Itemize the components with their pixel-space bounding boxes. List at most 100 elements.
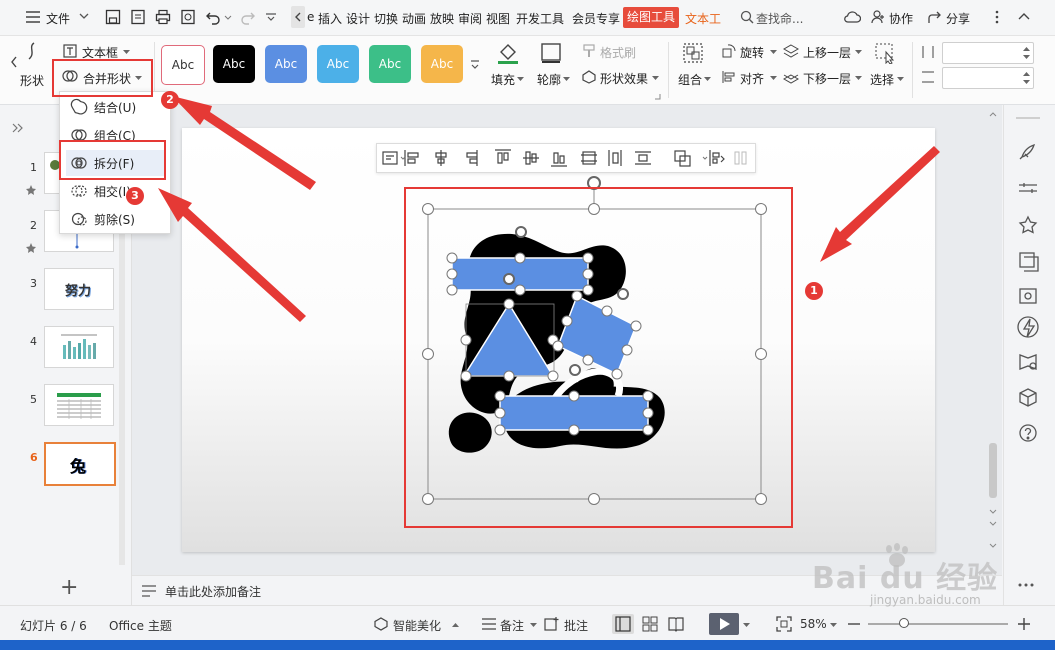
undo-dropdown-icon[interactable] (224, 15, 232, 20)
shape-button[interactable]: 形状 (20, 72, 44, 89)
menu-item-intersect[interactable]: 相交(I) (66, 178, 164, 204)
select-icon[interactable] (874, 42, 896, 64)
notes-dropdown-icon[interactable] (530, 623, 537, 628)
chevron-down-icon[interactable] (79, 13, 89, 20)
select-button[interactable]: 选择 (870, 71, 894, 88)
height-input[interactable] (942, 42, 1034, 64)
tab-member[interactable]: 会员专享 (572, 10, 620, 27)
rotate-icon[interactable] (722, 44, 736, 58)
share-button[interactable]: 分享 (946, 10, 970, 27)
tab-insert[interactable]: 插入 (318, 10, 342, 27)
customize-toolbar-icon[interactable] (266, 13, 276, 21)
notes-toggle-icon[interactable] (482, 618, 496, 630)
normal-view-icon[interactable] (612, 614, 634, 634)
more-icon[interactable] (995, 10, 999, 24)
fit-window-icon[interactable] (776, 616, 792, 632)
outline-dropdown-icon[interactable] (563, 77, 570, 82)
save-icon[interactable] (105, 9, 121, 25)
align-icon[interactable] (722, 70, 736, 84)
tab-view[interactable]: 视图 (486, 10, 510, 27)
notes-toggle-button[interactable]: 备注 (500, 617, 524, 634)
tab-developer[interactable]: 开发工具 (516, 10, 564, 27)
rotate-dropdown-icon[interactable] (770, 50, 777, 55)
bring-forward-dropdown-icon[interactable] (855, 50, 862, 55)
notes-bar[interactable]: 单击此处添加备注 (132, 575, 1002, 606)
redo-icon[interactable] (240, 9, 256, 25)
collaborate-icon[interactable] (871, 10, 885, 24)
export-pdf-icon[interactable] (130, 9, 146, 25)
sidebar-tool-icons[interactable] (1016, 141, 1040, 561)
smart-beautify-button[interactable]: 智能美化 (393, 617, 441, 634)
tab-drawing-tools[interactable]: 绘图工具 (623, 7, 680, 28)
sidebar-more-icon[interactable] (1018, 583, 1034, 587)
smart-beautify-icon[interactable] (374, 617, 388, 631)
curve-shape-icon[interactable] (26, 42, 38, 60)
send-backward-icon[interactable] (783, 70, 799, 84)
shape-style-black[interactable]: Abc (213, 45, 255, 83)
more-styles-icon[interactable] (471, 60, 479, 70)
tab-text-tools[interactable]: 文本工 (685, 10, 721, 27)
share-icon[interactable] (928, 10, 942, 24)
rotate-button[interactable]: 旋转 (740, 44, 764, 61)
select-dropdown-icon[interactable] (897, 77, 904, 82)
tab-slideshow[interactable]: 放映 (430, 10, 454, 27)
shape-style-orange[interactable]: Abc (421, 45, 463, 83)
menu-item-union[interactable]: 结合(U) (66, 94, 164, 120)
shape-style-blue[interactable]: Abc (265, 45, 307, 83)
group-button[interactable]: 组合 (678, 71, 702, 88)
send-backward-button[interactable]: 下移一层 (803, 70, 851, 87)
shape-style-white[interactable]: Abc (161, 45, 205, 85)
fill-dropdown-icon[interactable] (517, 77, 524, 82)
zoom-out-icon[interactable] (848, 623, 860, 625)
group-icon[interactable] (682, 42, 704, 64)
file-menu[interactable]: 文件 (46, 10, 70, 27)
collapse-panel-icon[interactable] (12, 123, 24, 133)
tab-review[interactable]: 审阅 (458, 10, 482, 27)
search-icon[interactable] (740, 10, 754, 24)
collaborate-button[interactable]: 协作 (889, 10, 913, 27)
textbox-icon[interactable] (63, 44, 77, 58)
bring-forward-icon[interactable] (783, 44, 799, 58)
zoom-dropdown-icon[interactable] (830, 623, 837, 628)
canvas-scrollbar[interactable] (988, 108, 998, 568)
slide-sorter-view-icon[interactable] (642, 616, 658, 632)
print-icon[interactable] (155, 9, 171, 25)
slide-thumbnail-4[interactable] (44, 326, 114, 368)
command-search[interactable]: 查找命... (756, 10, 803, 27)
beautify-dropdown-icon[interactable] (452, 623, 459, 628)
outline-button[interactable]: 轮廓 (537, 71, 561, 88)
shape-effects-dropdown-icon[interactable] (652, 76, 659, 81)
play-slideshow-icon[interactable] (709, 613, 739, 635)
slide-thumbnail-3[interactable]: 努力 (44, 268, 114, 310)
fill-button[interactable]: 填充 (491, 71, 515, 88)
ribbon-scroll-left-icon[interactable] (10, 56, 18, 68)
group-dialog-launcher-icon[interactable] (655, 94, 661, 100)
bring-forward-button[interactable]: 上移一层 (803, 44, 851, 61)
tab-animation[interactable]: 动画 (402, 10, 426, 27)
shape-effects-icon[interactable] (582, 70, 596, 84)
textbox-dropdown-icon[interactable] (123, 50, 130, 55)
slide-thumbnail-5[interactable] (44, 384, 114, 426)
slideshow-dropdown-icon[interactable] (743, 623, 750, 628)
align-dropdown-icon[interactable] (770, 76, 777, 81)
send-backward-dropdown-icon[interactable] (855, 76, 862, 81)
zoom-slider-track[interactable] (868, 623, 1008, 625)
shape-style-light-blue[interactable]: Abc (317, 45, 359, 83)
hamburger-icon[interactable] (26, 11, 40, 23)
tab-design[interactable]: 设计 (346, 10, 370, 27)
slide-thumbnail-6[interactable]: 兔 (44, 442, 116, 486)
group-dropdown-icon[interactable] (704, 77, 711, 82)
fill-icon[interactable] (496, 41, 520, 65)
reading-view-icon[interactable] (668, 616, 684, 632)
shape-style-green[interactable]: Abc (369, 45, 411, 83)
add-slide-button[interactable]: + (60, 575, 78, 600)
undo-icon[interactable] (205, 9, 221, 25)
zoom-level[interactable]: 58% (800, 617, 827, 631)
tabs-scroll-left-icon[interactable] (291, 6, 305, 28)
zoom-slider-thumb[interactable] (899, 618, 909, 628)
outline-icon[interactable] (540, 42, 562, 64)
width-input[interactable] (942, 67, 1034, 89)
menu-item-subtract[interactable]: 剪除(S) (66, 206, 164, 232)
tab-transition[interactable]: 切换 (374, 10, 398, 27)
shape-effects-button[interactable]: 形状效果 (600, 70, 648, 87)
